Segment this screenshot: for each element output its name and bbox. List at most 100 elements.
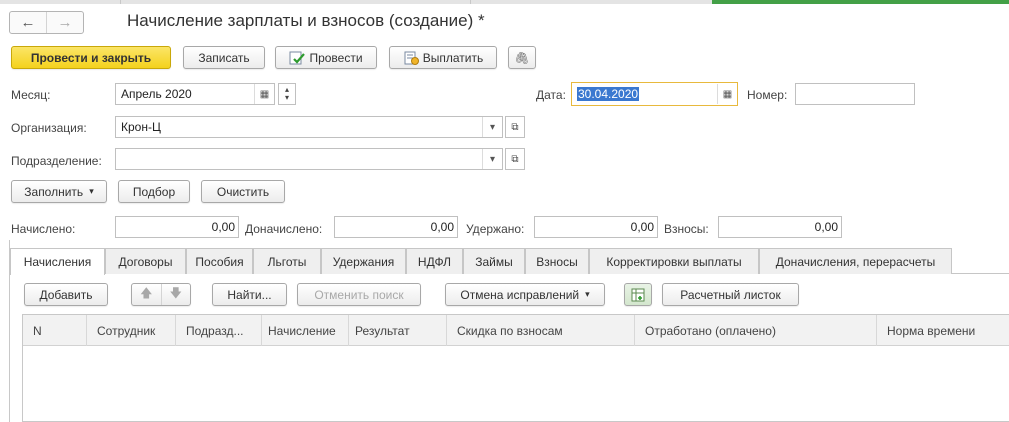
extra-accrued-value: 0,00 — [430, 220, 454, 234]
dropdown-caret-icon: ▾ — [89, 186, 94, 196]
back-button[interactable]: ← — [10, 12, 46, 33]
date-field[interactable]: 30.04.2020 ▦ — [571, 82, 738, 106]
column-label: Сотрудник — [97, 323, 156, 338]
column-header-time-norm[interactable]: Норма времени — [877, 315, 1009, 346]
column-header-n[interactable]: N — [23, 315, 87, 346]
month-value: Апрель 2020 — [121, 87, 192, 101]
column-header-department[interactable]: Подразд... — [176, 315, 262, 346]
accrued-value: 0,00 — [211, 220, 235, 234]
table-add-icon — [631, 288, 645, 301]
column-label: Отработано (оплачено) — [645, 323, 776, 338]
tab-contracts[interactable]: Договоры — [105, 248, 186, 274]
tab-withholdings[interactable]: Удержания — [321, 248, 406, 274]
tab-label: Взносы — [536, 254, 578, 269]
withheld-field: 0,00 — [534, 216, 658, 238]
pay-button[interactable]: Выплатить — [389, 46, 497, 69]
undo-corrections-label: Отмена исправлений — [460, 287, 580, 302]
month-field[interactable]: Апрель 2020 ▦ — [115, 83, 275, 105]
column-header-accrual[interactable]: Начисление — [262, 315, 349, 346]
arrow-up-icon[interactable]: 🡅 — [132, 284, 161, 305]
find-label: Найти... — [227, 287, 272, 302]
arrow-down-icon[interactable]: 🡇 — [162, 284, 191, 305]
tab-label: Льготы — [267, 254, 307, 269]
pay-label: Выплатить — [422, 50, 484, 65]
tab-label: Доначисления, перерасчеты — [775, 254, 936, 269]
tab-accruals[interactable]: Начисления — [10, 248, 105, 275]
post-button[interactable]: Провести — [275, 46, 377, 69]
dropdown-caret-icon: ▾ — [585, 289, 590, 299]
forward-button[interactable]: → — [47, 12, 83, 33]
strip-separator — [470, 0, 471, 4]
column-label: Подразд... — [186, 323, 244, 338]
dropdown-arrow-icon[interactable]: ▾ — [482, 149, 502, 169]
open-department-button[interactable]: ⧉ — [505, 148, 525, 170]
fill-label: Заполнить — [24, 184, 84, 199]
clear-button[interactable]: Очистить — [201, 180, 285, 203]
strip-separator — [120, 0, 121, 4]
tab-label: Корректировки выплаты — [606, 254, 742, 269]
undo-corrections-button[interactable]: Отмена исправлений ▾ — [445, 283, 605, 306]
month-stepper[interactable]: ▴ ▾ — [278, 83, 296, 105]
column-label: Норма времени — [887, 323, 976, 338]
organization-field[interactable]: Крон-Ц ▾ — [115, 116, 503, 138]
tab-label: Начисления — [23, 255, 92, 269]
column-header-result[interactable]: Результат — [349, 315, 447, 346]
tab-label: Договоры — [118, 254, 173, 269]
tab-recalculations[interactable]: Доначисления, перерасчеты — [759, 248, 952, 274]
window-title: Начисление зарплаты и взносов (создание)… — [127, 11, 485, 30]
table-settings-button[interactable] — [624, 283, 652, 306]
accruals-table[interactable]: N Сотрудник Подразд... Начисление Резуль… — [22, 314, 1009, 422]
payslip-button[interactable]: Расчетный листок — [662, 283, 799, 306]
fill-button[interactable]: Заполнить ▾ — [11, 180, 107, 203]
select-label: Подбор — [132, 184, 176, 199]
attach-button[interactable]: 🖇 — [508, 46, 536, 69]
save-button[interactable]: Записать — [183, 46, 265, 69]
column-label: Результат — [355, 323, 410, 338]
organization-value: Крон-Ц — [121, 120, 161, 134]
add-row-label: Добавить — [39, 287, 93, 302]
column-label: Скидка по взносам — [457, 323, 563, 338]
tab-contributions[interactable]: Взносы — [525, 248, 589, 274]
window-top-strip — [0, 0, 1009, 4]
withheld-label: Удержано: — [466, 222, 525, 236]
column-header-contribution-discount[interactable]: Скидка по взносам — [447, 315, 635, 346]
calendar-icon[interactable]: ▦ — [717, 84, 737, 104]
open-organization-button[interactable]: ⧉ — [505, 116, 525, 138]
cancel-search-button[interactable]: Отменить поиск — [297, 283, 421, 306]
tab-benefits[interactable]: Пособия — [186, 248, 253, 274]
tab-label: Займы — [475, 254, 513, 269]
department-label: Подразделение: — [11, 154, 102, 168]
clear-label: Очистить — [216, 184, 270, 199]
extra-accrued-label: Доначислено: — [245, 222, 323, 236]
tab-ndfl[interactable]: НДФЛ — [406, 248, 463, 274]
column-label: N — [33, 323, 42, 338]
pay-document-icon — [404, 51, 419, 65]
calendar-icon[interactable]: ▦ — [254, 84, 274, 104]
tab-loans[interactable]: Займы — [463, 248, 525, 274]
tab-privileges[interactable]: Льготы — [253, 248, 321, 274]
withheld-value: 0,00 — [630, 220, 654, 234]
department-field[interactable]: ▾ — [115, 148, 503, 170]
tab-label: Пособия — [195, 254, 244, 269]
tab-label: НДФЛ — [417, 254, 452, 269]
post-and-close-button[interactable]: Провести и закрыть — [11, 46, 171, 69]
column-header-worked-paid[interactable]: Отработано (оплачено) — [635, 315, 877, 346]
open-window-icon: ⧉ — [511, 121, 519, 133]
contributions-label: Взносы: — [664, 222, 709, 236]
select-button[interactable]: Подбор — [118, 180, 190, 203]
column-label: Начисление — [268, 323, 336, 338]
number-field[interactable] — [795, 83, 915, 105]
tab-label: Удержания — [332, 254, 395, 269]
dropdown-arrow-icon[interactable]: ▾ — [482, 117, 502, 137]
move-buttons: 🡅 🡇 — [131, 283, 191, 306]
add-row-button[interactable]: Добавить — [24, 283, 108, 306]
tab-payment-corrections[interactable]: Корректировки выплаты — [589, 248, 759, 274]
contributions-field: 0,00 — [718, 216, 842, 238]
find-button[interactable]: Найти... — [212, 283, 287, 306]
column-header-employee[interactable]: Сотрудник — [87, 315, 176, 346]
chevron-down-icon: ▾ — [284, 93, 289, 102]
contributions-value: 0,00 — [814, 220, 838, 234]
post-icon — [289, 51, 306, 64]
arrow-left-icon: ← — [20, 14, 36, 31]
post-and-close-label: Провести и закрыть — [30, 50, 152, 65]
